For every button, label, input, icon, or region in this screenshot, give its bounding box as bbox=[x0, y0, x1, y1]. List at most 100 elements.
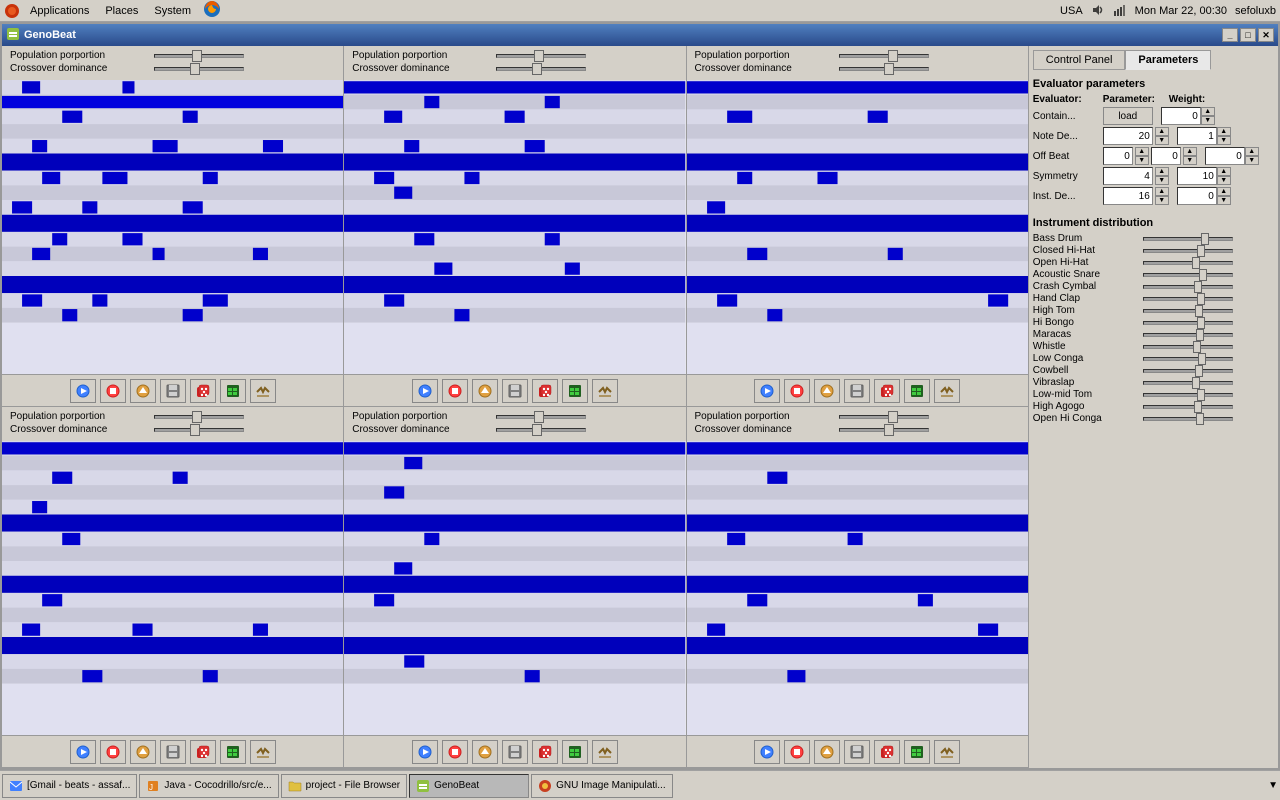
eject-button-5[interactable] bbox=[472, 740, 498, 764]
tab-control-panel[interactable]: Control Panel bbox=[1033, 50, 1126, 70]
eject-button-4[interactable] bbox=[130, 740, 156, 764]
pattern-button-6[interactable] bbox=[904, 740, 930, 764]
contain-load-button[interactable]: load bbox=[1103, 107, 1153, 125]
inst-slider-11[interactable] bbox=[1143, 369, 1233, 373]
offbeat-param1-up[interactable]: ▲ bbox=[1135, 147, 1149, 156]
beat-grid-3[interactable] bbox=[687, 80, 1028, 374]
inst-slider-0[interactable] bbox=[1143, 237, 1233, 241]
network-icon[interactable] bbox=[1113, 3, 1127, 20]
beat-grid-6[interactable] bbox=[687, 441, 1028, 735]
eject-button-1[interactable] bbox=[130, 379, 156, 403]
instde-weight-input[interactable] bbox=[1177, 187, 1217, 205]
offbeat-param-input2[interactable] bbox=[1151, 147, 1181, 165]
pop-slider-2[interactable] bbox=[496, 54, 586, 58]
pop-slider-4[interactable] bbox=[154, 415, 244, 419]
offbeat-param1-down[interactable]: ▼ bbox=[1135, 156, 1149, 165]
inst-slider-2[interactable] bbox=[1143, 261, 1233, 265]
save-button-1[interactable] bbox=[160, 379, 186, 403]
cross-slider-3[interactable] bbox=[839, 67, 929, 71]
pattern-button-5[interactable] bbox=[562, 740, 588, 764]
beat-grid-4[interactable] bbox=[2, 441, 343, 735]
dice-button-1[interactable] bbox=[190, 379, 216, 403]
merge-button-5[interactable] bbox=[592, 740, 618, 764]
inst-slider-7[interactable] bbox=[1143, 321, 1233, 325]
instde-param-input[interactable] bbox=[1103, 187, 1153, 205]
cross-slider-4[interactable] bbox=[154, 428, 244, 432]
inst-slider-15[interactable] bbox=[1143, 417, 1233, 421]
eject-button-3[interactable] bbox=[814, 379, 840, 403]
cross-slider-2[interactable] bbox=[496, 67, 586, 71]
stop-button-4[interactable] bbox=[100, 740, 126, 764]
merge-button-6[interactable] bbox=[934, 740, 960, 764]
offbeat-param2-up[interactable]: ▲ bbox=[1183, 147, 1197, 156]
close-button[interactable]: ✕ bbox=[1258, 28, 1274, 42]
instde-param-down[interactable]: ▼ bbox=[1155, 196, 1169, 205]
taskbar-item-files[interactable]: project - File Browser bbox=[281, 774, 407, 798]
merge-button-2[interactable] bbox=[592, 379, 618, 403]
pop-slider-1[interactable] bbox=[154, 54, 244, 58]
inst-slider-12[interactable] bbox=[1143, 381, 1233, 385]
notede-param-up[interactable]: ▲ bbox=[1155, 127, 1169, 136]
dice-button-6[interactable] bbox=[874, 740, 900, 764]
taskbar-item-gimp[interactable]: GNU Image Manipulati... bbox=[531, 774, 673, 798]
notede-weight-up[interactable]: ▲ bbox=[1217, 127, 1231, 136]
beat-grid-2[interactable] bbox=[344, 80, 685, 374]
pattern-button-2[interactable] bbox=[562, 379, 588, 403]
save-button-4[interactable] bbox=[160, 740, 186, 764]
symmetry-weight-input[interactable] bbox=[1177, 167, 1217, 185]
taskbar-item-gmail[interactable]: [Gmail - beats - assaf... bbox=[2, 774, 137, 798]
pattern-button-3[interactable] bbox=[904, 379, 930, 403]
contain-weight-down[interactable]: ▼ bbox=[1201, 116, 1215, 125]
inst-slider-4[interactable] bbox=[1143, 285, 1233, 289]
beat-grid-5[interactable] bbox=[344, 441, 685, 735]
play-button-3[interactable] bbox=[754, 379, 780, 403]
inst-slider-1[interactable] bbox=[1143, 249, 1233, 253]
pop-slider-3[interactable] bbox=[839, 54, 929, 58]
cross-slider-6[interactable] bbox=[839, 428, 929, 432]
notede-param-input[interactable] bbox=[1103, 127, 1153, 145]
eject-button-6[interactable] bbox=[814, 740, 840, 764]
symmetry-weight-up[interactable]: ▲ bbox=[1217, 167, 1231, 176]
pop-slider-5[interactable] bbox=[496, 415, 586, 419]
inst-slider-5[interactable] bbox=[1143, 297, 1233, 301]
applications-menu[interactable]: Applications bbox=[22, 3, 97, 19]
taskbar-item-genobeat[interactable]: GenoBeat bbox=[409, 774, 529, 798]
contain-weight-up[interactable]: ▲ bbox=[1201, 107, 1215, 116]
dice-button-4[interactable] bbox=[190, 740, 216, 764]
save-button-6[interactable] bbox=[844, 740, 870, 764]
volume-icon[interactable] bbox=[1091, 3, 1105, 20]
merge-button-4[interactable] bbox=[250, 740, 276, 764]
places-menu[interactable]: Places bbox=[97, 3, 146, 19]
cross-slider-1[interactable] bbox=[154, 67, 244, 71]
stop-button-5[interactable] bbox=[442, 740, 468, 764]
system-menu[interactable]: System bbox=[146, 3, 199, 19]
notede-param-down[interactable]: ▼ bbox=[1155, 136, 1169, 145]
beat-grid-1[interactable] bbox=[2, 80, 343, 374]
symmetry-param-down[interactable]: ▼ bbox=[1155, 176, 1169, 185]
play-button-2[interactable] bbox=[412, 379, 438, 403]
play-button-5[interactable] bbox=[412, 740, 438, 764]
pattern-button-4[interactable] bbox=[220, 740, 246, 764]
inst-slider-6[interactable] bbox=[1143, 309, 1233, 313]
taskbar-item-java[interactable]: J Java - Cocodrillo/src/e... bbox=[139, 774, 278, 798]
stop-button-3[interactable] bbox=[784, 379, 810, 403]
dice-button-2[interactable] bbox=[532, 379, 558, 403]
eject-button-2[interactable] bbox=[472, 379, 498, 403]
minimize-button[interactable]: _ bbox=[1222, 28, 1238, 42]
symmetry-param-up[interactable]: ▲ bbox=[1155, 167, 1169, 176]
stop-button-6[interactable] bbox=[784, 740, 810, 764]
merge-button-1[interactable] bbox=[250, 379, 276, 403]
play-button-1[interactable] bbox=[70, 379, 96, 403]
save-button-3[interactable] bbox=[844, 379, 870, 403]
inst-slider-8[interactable] bbox=[1143, 333, 1233, 337]
play-button-6[interactable] bbox=[754, 740, 780, 764]
pop-slider-6[interactable] bbox=[839, 415, 929, 419]
inst-slider-10[interactable] bbox=[1143, 357, 1233, 361]
dice-button-3[interactable] bbox=[874, 379, 900, 403]
symmetry-weight-down[interactable]: ▼ bbox=[1217, 176, 1231, 185]
play-button-4[interactable] bbox=[70, 740, 96, 764]
notede-weight-down[interactable]: ▼ bbox=[1217, 136, 1231, 145]
instde-param-up[interactable]: ▲ bbox=[1155, 187, 1169, 196]
save-button-2[interactable] bbox=[502, 379, 528, 403]
offbeat-weight-input[interactable] bbox=[1205, 147, 1245, 165]
